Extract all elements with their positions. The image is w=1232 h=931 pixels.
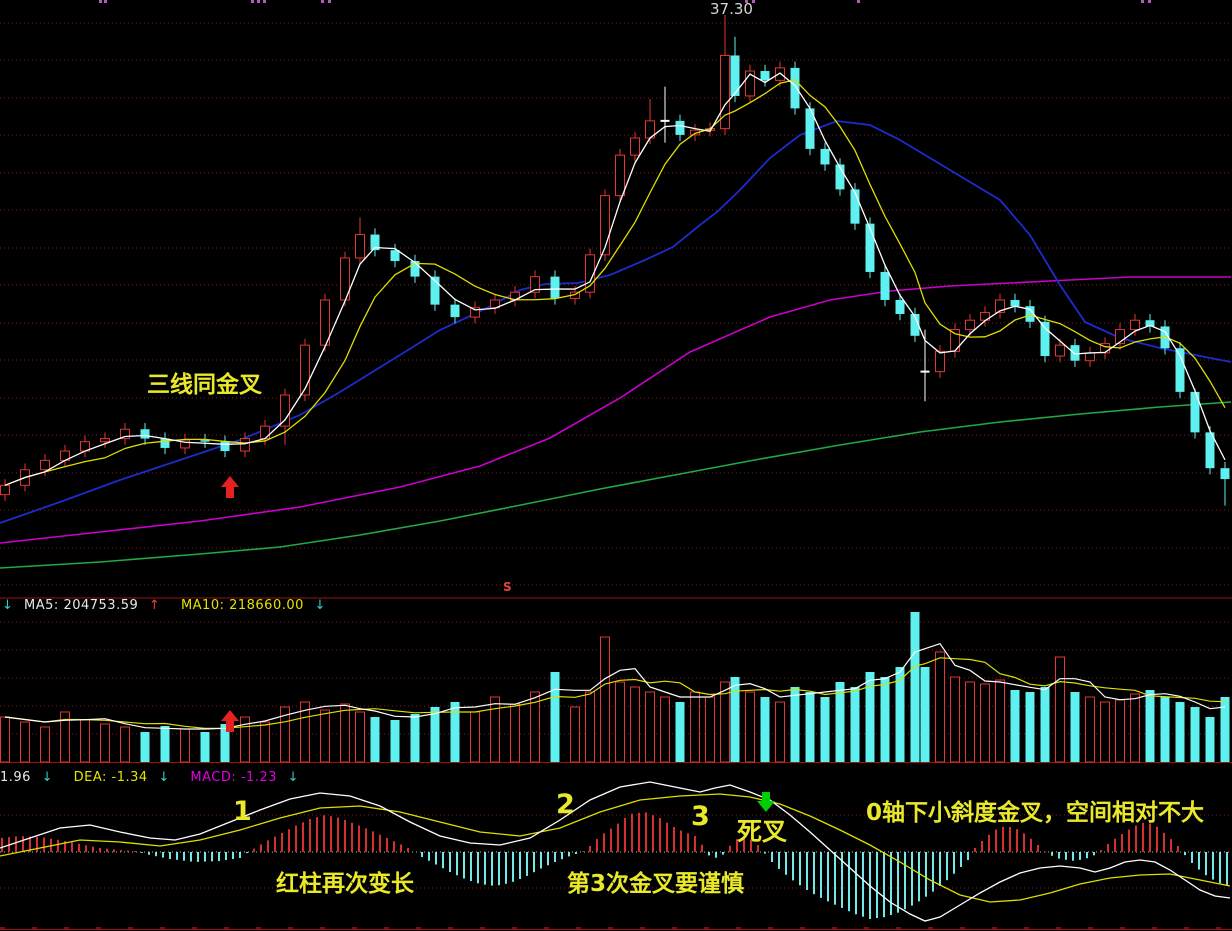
macd-dif-down-arrow-icon: ↓ [42,770,53,785]
annotation-cross-count-1: 1 [233,796,252,827]
top-event-tick [263,0,266,3]
annotation-below-zero-note: 0轴下小斜度金叉，空间相对不大 [866,793,1204,827]
annotation-death-cross: 死叉 [737,812,787,848]
volume-ma5-value: MA5: 204753.59 [24,598,138,613]
death-cross-arrow-icon [757,792,775,812]
ma120-line [0,402,1231,568]
stock-app-window: 三线同金叉 37.30 S ↓ MA5: 204753.59 ↑ MA10: 2… [0,0,1232,931]
event-marker: S [503,580,512,594]
top-event-tick [1141,0,1144,3]
volume-trend-down-arrow-icon: ↓ [2,598,13,613]
top-event-tick [104,0,107,3]
top-event-tick [1148,0,1151,3]
peak-price-label: 37.30 [710,0,753,18]
top-event-tick [99,0,102,3]
stock-chart-canvas[interactable] [0,0,1232,931]
macd-value: MACD: -1.23 [190,770,277,785]
volume-ma10-value: MA10: 218660.00 [181,598,304,613]
annotation-third-cross-caution: 第3次金叉要谨慎 [567,864,744,898]
ma60-line [0,277,1231,543]
macd-dif-value: 1.96 [0,770,31,785]
volume-ma10-down-arrow-icon: ↓ [315,598,326,613]
volume-header: ↓ MA5: 204753.59 ↑ MA10: 218660.00 ↓ [2,598,332,613]
top-event-tick [251,0,254,3]
buy-signal-arrow-icon [221,476,239,498]
top-event-tick [321,0,324,3]
ma10-line [5,80,1225,485]
macd-down-arrow-icon: ↓ [288,770,299,785]
top-event-tick [257,0,260,3]
annotation-cross-count-2: 2 [556,789,575,820]
annotation-red-bars-lengthen: 红柱再次变长 [276,864,414,898]
volume-ma5-up-arrow-icon: ↑ [149,598,160,613]
annotation-cross-count-3: 3 [691,801,710,832]
macd-header: 1.96 ↓ DEA: -1.34 ↓ MACD: -1.23 ↓ [0,770,305,785]
annotation-three-line-golden-cross: 三线同金叉 [147,365,262,399]
macd-dea-down-arrow-icon: ↓ [158,770,169,785]
top-event-tick [328,0,331,3]
macd-dea-value: DEA: -1.34 [74,770,148,785]
top-event-tick [857,0,860,3]
